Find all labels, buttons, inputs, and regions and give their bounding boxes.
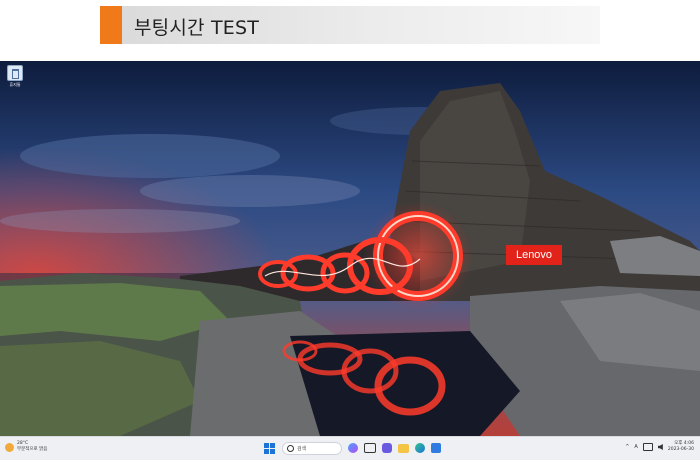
search-placeholder: 검색 <box>297 445 307 452</box>
taskbar-center: 검색 <box>262 441 441 455</box>
start-button[interactable] <box>262 441 276 455</box>
edge-icon[interactable] <box>415 443 425 453</box>
desktop-icon-recycle-bin[interactable]: 휴지통 <box>5 65 25 87</box>
speaker-icon[interactable] <box>657 444 663 450</box>
taskbar: 28°C 부분적으로 맑음 검색 ^ A 오후 4:06 2023-06-30 <box>0 436 700 460</box>
search-box[interactable]: 검색 <box>282 441 342 455</box>
wallpaper <box>0 61 700 436</box>
chat-icon[interactable] <box>382 443 392 453</box>
clock[interactable]: 오후 4:06 2023-06-30 <box>668 441 694 453</box>
tray-chevron-icon[interactable]: ^ <box>625 444 629 450</box>
store-icon[interactable] <box>431 443 441 453</box>
ime-indicator[interactable]: A <box>634 444 637 450</box>
recycle-bin-icon <box>7 65 23 81</box>
weather-condition: 부분적으로 맑음 <box>17 447 48 452</box>
title-banner: 부팅시간 TEST <box>100 6 600 44</box>
system-tray: ^ A 오후 4:06 2023-06-30 <box>625 441 694 453</box>
task-view-icon[interactable] <box>364 443 376 453</box>
search-icon <box>287 444 294 452</box>
banner-accent-bar <box>100 6 122 44</box>
page-title: 부팅시간 TEST <box>134 17 260 39</box>
desktop-screenshot: 휴지통 Lenovo 28°C 부분적으로 맑음 검색 ^ A 오후 4:06 … <box>0 61 700 460</box>
clock-date: 2023-06-30 <box>667 447 694 452</box>
file-explorer-icon[interactable] <box>398 443 409 453</box>
desktop-icon-label: 휴지통 <box>9 82 21 87</box>
lenovo-logo: Lenovo <box>506 245 562 265</box>
start-icon <box>263 442 275 454</box>
weather-sun-icon <box>5 442 14 452</box>
network-icon[interactable] <box>642 443 653 451</box>
copilot-icon[interactable] <box>348 443 358 453</box>
weather-widget[interactable]: 28°C 부분적으로 맑음 <box>5 441 47 453</box>
